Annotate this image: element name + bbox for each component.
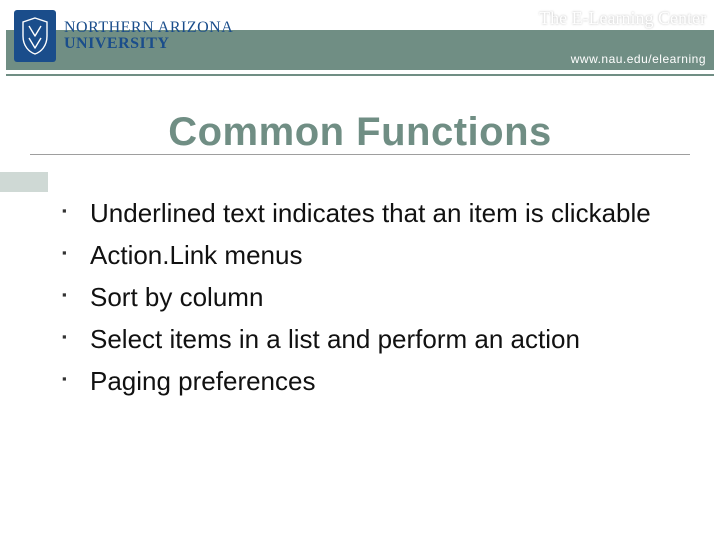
university-name-line1: NORTHERN ARIZONA xyxy=(64,20,233,36)
bullet-item: Select items in a list and perform an ac… xyxy=(54,322,690,358)
bullet-item: Paging preferences xyxy=(54,364,690,400)
university-logo: NORTHERN ARIZONA UNIVERSITY xyxy=(14,10,233,62)
slide-header: NORTHERN ARIZONA UNIVERSITY The E-Learni… xyxy=(0,0,720,78)
university-name: NORTHERN ARIZONA UNIVERSITY xyxy=(64,20,233,52)
bullet-item: Action.Link menus xyxy=(54,238,690,274)
elearning-center-url: www.nau.edu/elearning xyxy=(571,52,706,66)
bullet-item: Underlined text indicates that an item i… xyxy=(54,196,690,232)
slide-content: Underlined text indicates that an item i… xyxy=(54,196,690,405)
elearning-center-label: The E-Learning Center xyxy=(539,8,706,29)
side-accent xyxy=(0,172,48,192)
slide-title: Common Functions xyxy=(0,98,720,155)
shield-icon xyxy=(14,10,56,62)
university-name-line2: UNIVERSITY xyxy=(64,36,233,52)
slide: { "header": { "university_line1": "NORTH… xyxy=(0,0,720,540)
title-divider xyxy=(30,154,690,155)
shield-svg xyxy=(20,16,50,56)
bullet-item: Sort by column xyxy=(54,280,690,316)
header-underline xyxy=(6,74,714,76)
title-area: Common Functions xyxy=(0,98,720,186)
bullet-list: Underlined text indicates that an item i… xyxy=(54,196,690,399)
